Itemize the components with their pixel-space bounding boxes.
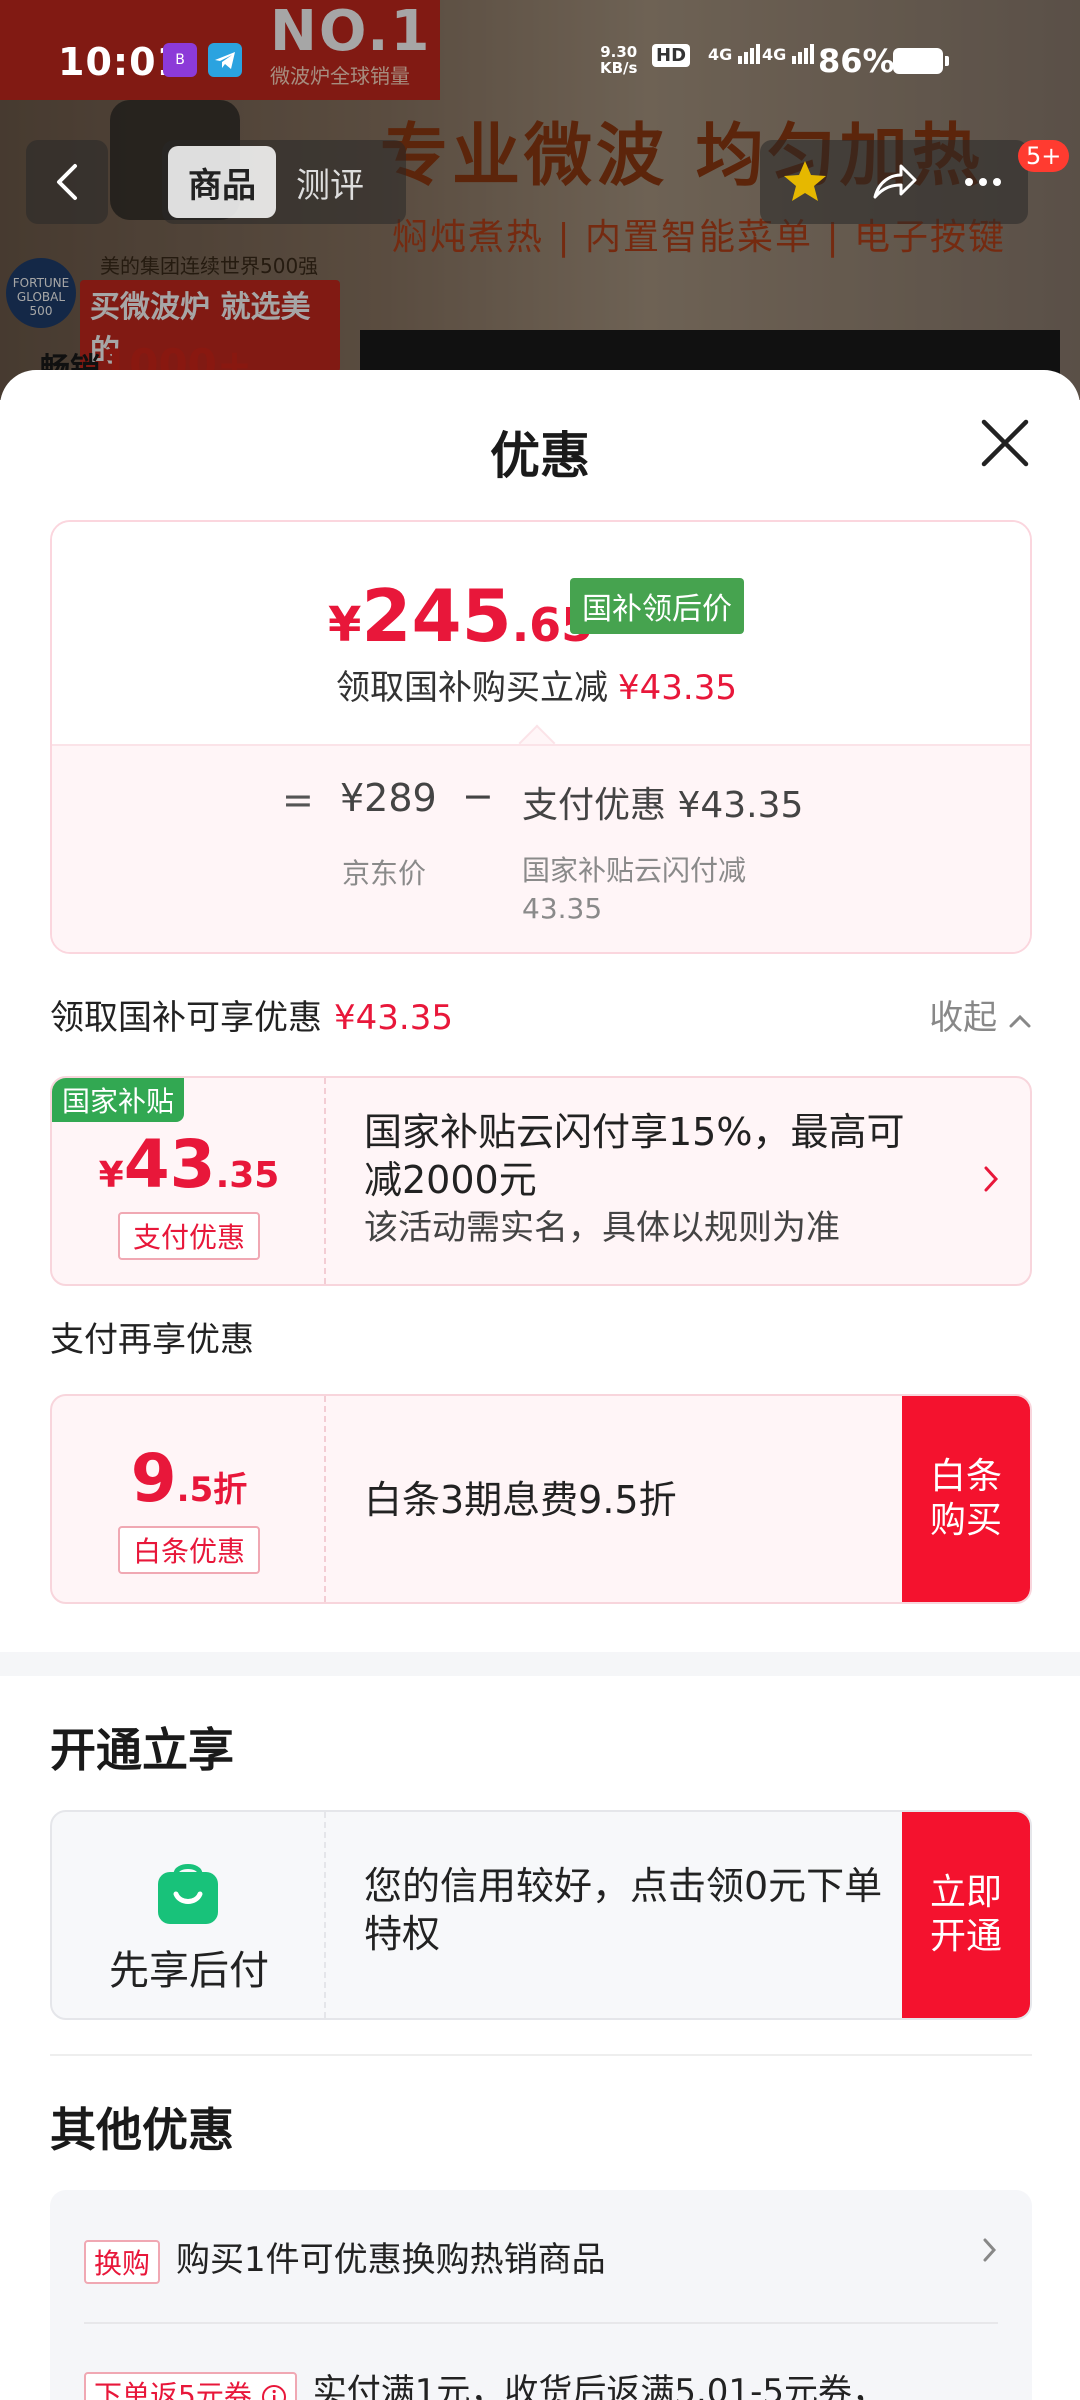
baitiao-buy-label: 白条购买 (929, 1456, 1002, 1541)
notification-app-icon: B (163, 43, 197, 77)
close-button[interactable] (978, 416, 1032, 470)
equals-sign: = (282, 778, 314, 822)
coupon-title: 白条3期息费9.5折 (364, 1478, 677, 1522)
discount-sheet: 优惠 ¥245.65 国补领后价 领取国补购买立减 ¥43.35 = ¥289 −… (0, 370, 1080, 2400)
subsidy-coupon[interactable]: 国家补贴 ¥43.35 支付优惠 国家补贴云闪付享15%，最高可减2000元 该… (50, 1076, 1032, 1286)
info-icon[interactable] (261, 2384, 287, 2400)
sheet-title: 优惠 (490, 427, 590, 485)
offer-tag: 下单返5元券 (84, 2371, 297, 2400)
coupon-amount-integer: 43 (123, 1126, 216, 1203)
minus-sign: − (462, 774, 494, 818)
other-section-title: 其他优惠 (50, 2103, 234, 2157)
network-speed-unit: KB/s (600, 59, 638, 77)
activate-now-button[interactable]: 立即开通 (902, 1812, 1030, 2018)
offer-tag-label: 下单返5元券 (94, 2378, 252, 2400)
chevron-right-icon (984, 1166, 999, 1192)
product-top-nav: 商品 测评 (0, 140, 1080, 224)
coupon-amount: 9.5折 (52, 1440, 326, 1517)
subsidy-price-tag: 国补领后价 (570, 578, 744, 634)
star-icon[interactable] (780, 157, 830, 207)
share-icon[interactable] (869, 157, 919, 207)
instant-reduction-value: ¥43.35 (618, 668, 737, 708)
coupon-value-block: 9.5折 白条优惠 (52, 1396, 326, 1602)
discount-decimal: .5折 (176, 1470, 248, 1510)
status-bar: 10:01 B 9.30 KB/s HD 4G 4G 86% (0, 0, 1080, 120)
signal-icon: 4G (762, 44, 816, 64)
jd-base-price: ¥289 (340, 776, 437, 820)
section-divider (0, 1652, 1080, 1676)
final-price-currency: ¥ (328, 597, 362, 653)
baitiao-tag: 白条优惠 (118, 1526, 260, 1574)
tab-reviews[interactable]: 测评 (276, 146, 384, 218)
instant-reduction-line: 领取国补购买立减 ¥43.35 (336, 660, 737, 709)
signal-label: 4G (708, 45, 733, 64)
price-formula: = ¥289 − 支付优惠 ¥43.35 京东价 国家补贴云闪付减 43.35 (52, 744, 1030, 952)
divider (50, 2054, 1032, 2056)
chevron-left-icon (57, 164, 77, 200)
offer-tag: 换购 (84, 2239, 161, 2284)
other-offers-list: 换购 购买1件可优惠换购热销商品 下单返5元券 实付满1元，收货后返满5.01-5… (50, 2190, 1032, 2400)
instant-reduction-label: 领取国补购买立减 (336, 668, 608, 708)
signal-icon: 4G (708, 44, 762, 64)
discount-integer: 9 (130, 1440, 177, 1517)
more-icon[interactable] (958, 157, 1008, 207)
pay-discount-tag: 支付优惠 (118, 1212, 260, 1260)
offer-text: 购买1件可优惠换购热销商品 (176, 2240, 606, 2280)
battery-percent: 86% (818, 42, 895, 80)
bnpl-label: 先享后付 (109, 1948, 269, 1994)
nav-actions (760, 140, 1028, 224)
coupon-amount-decimal: .35 (215, 1155, 280, 1196)
price-breakdown-card: ¥245.65 国补领后价 领取国补购买立减 ¥43.35 = ¥289 − 支付… (50, 520, 1032, 954)
collapse-toggle[interactable]: 收起 (929, 990, 1032, 1039)
subsidy-section-label: 领取国补可享优惠 (50, 998, 322, 1038)
baitiao-coupon: 9.5折 白条优惠 白条3期息费9.5折 白条购买 (50, 1394, 1032, 1604)
baitiao-buy-button[interactable]: 白条购买 (902, 1396, 1030, 1602)
cart-count-badge: 5+ (1018, 140, 1070, 172)
coupon-currency: ¥ (98, 1155, 124, 1196)
final-price-block: ¥245.65 国补领后价 领取国补购买立减 ¥43.35 (52, 522, 1030, 744)
network-speed: 9.30 KB/s (600, 44, 637, 76)
activate-now-label: 立即开通 (929, 1872, 1002, 1957)
jd-price-label: 京东价 (342, 857, 427, 890)
coupon-title: 国家补贴云闪付享15%，最高可减2000元 (364, 1110, 905, 1202)
subsidy-section-header: 领取国补可享优惠 ¥43.35 收起 (50, 990, 1032, 1039)
product-tabs: 商品 测评 (162, 140, 406, 224)
signal-label: 4G (762, 45, 787, 64)
back-button[interactable] (26, 140, 108, 224)
coupon-rule-note: 该活动需实名，具体以规则为准 (364, 1208, 840, 1248)
shopping-bag-icon (158, 1864, 218, 1924)
telegram-icon (208, 43, 242, 77)
collapse-label: 收起 (929, 998, 998, 1038)
chevron-right-icon (983, 2238, 997, 2262)
battery-icon (893, 48, 949, 74)
offer-separator (84, 2322, 998, 2324)
offer-item-cashback[interactable]: 下单返5元券 实付满1元，收货后返满5.01-5元券， (84, 2364, 998, 2400)
coupon-description: 国家补贴云闪付享15%，最高可减2000元 该活动需实名，具体以规则为准 (364, 1108, 924, 1252)
bnpl-description: 您的信用较好，点击领0元下单特权 (364, 1864, 883, 1956)
close-icon (981, 419, 1029, 467)
final-price: ¥245.65 (328, 574, 593, 658)
hd-icon: HD (652, 44, 691, 67)
offer-text: 实付满1元，收货后返满5.01-5元券， (312, 2372, 886, 2400)
tab-product[interactable]: 商品 (168, 146, 276, 218)
coupon-amount: ¥43.35 (52, 1126, 326, 1203)
pay-discount-amount: 支付优惠 ¥43.35 (522, 785, 804, 826)
open-section-title: 开通立享 (50, 1723, 234, 1777)
final-price-integer: 245 (361, 574, 512, 658)
subsidy-section-value: ¥43.35 (334, 998, 453, 1038)
coupon-value-block: 国家补贴 ¥43.35 支付优惠 (52, 1078, 326, 1284)
pay-section-title: 支付再享优惠 (50, 1320, 254, 1360)
network-speed-value: 9.30 (600, 43, 638, 61)
national-subsidy-ribbon: 国家补贴 (52, 1078, 185, 1122)
bnpl-icon-block: 先享后付 (52, 1812, 326, 2018)
subsidy-section-title: 领取国补可享优惠 ¥43.35 (50, 990, 1032, 1039)
pay-section-header: 支付再享优惠 (50, 1312, 1032, 1361)
bnpl-card: 先享后付 您的信用较好，点击领0元下单特权 立即开通 (50, 1810, 1032, 2020)
pay-discount-label: 国家补贴云闪付减 43.35 (522, 854, 747, 925)
offer-item-tradein[interactable]: 换购 购买1件可优惠换购热销商品 (84, 2232, 998, 2284)
chevron-up-icon (1009, 1014, 1031, 1028)
